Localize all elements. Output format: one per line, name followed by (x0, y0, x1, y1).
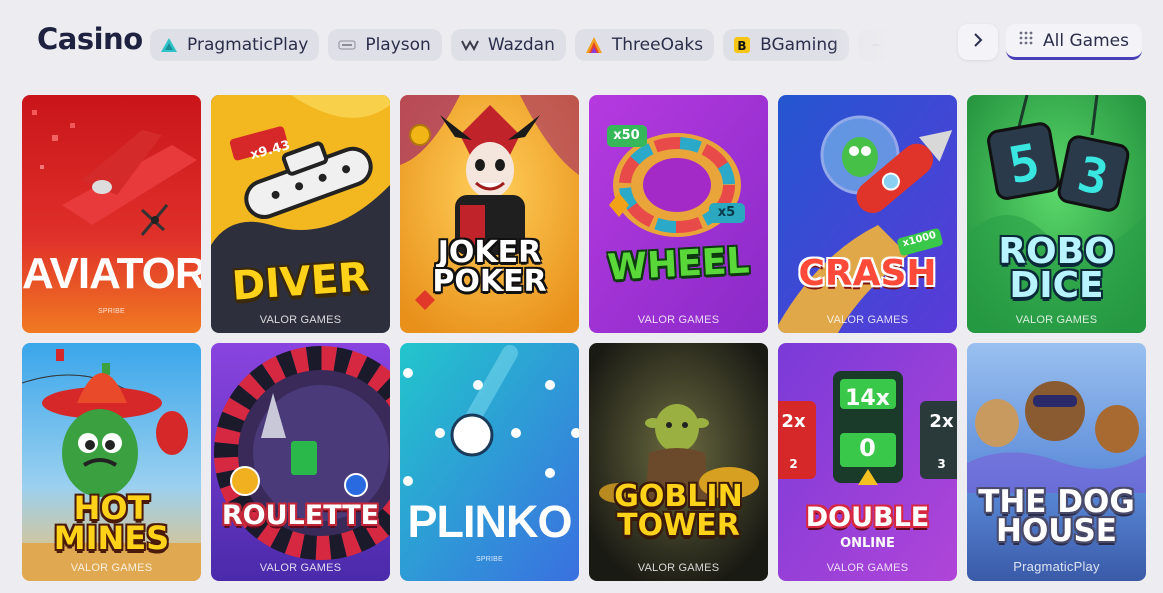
bgaming-b-icon: B (732, 36, 752, 54)
game-title: ROBO DICE (998, 231, 1115, 307)
all-games-button[interactable]: All Games (1006, 24, 1142, 60)
provider-icon (867, 36, 887, 54)
game-title: PLINKO (407, 496, 572, 547)
game-card-plinko[interactable]: PLINKO SPRIBE (400, 343, 579, 581)
game-title: CRASH (798, 253, 937, 294)
game-provider: VALOR GAMES (637, 562, 720, 574)
game-title: ROULETTE (221, 500, 380, 531)
provider-chip-label: Wazdan (487, 35, 555, 55)
all-games-label: All Games (1043, 30, 1129, 51)
game-card-goblin-tower[interactable]: GOBLIN TOWER VALOR GAMES (589, 343, 768, 581)
provider-chip-label: Playson (365, 35, 431, 55)
grid-icon (1019, 31, 1033, 50)
game-card-hot-mines[interactable]: HOT MINES VALOR GAMES (22, 343, 201, 581)
providers-next-button[interactable] (958, 24, 998, 60)
game-provider: VALOR GAMES (70, 562, 153, 574)
provider-chip-wazdan[interactable]: Wazdan (450, 29, 566, 61)
playson-icon (337, 36, 357, 54)
threeoaks-flame-icon (584, 36, 604, 54)
game-card-roulette[interactable]: ROULETTE VALOR GAMES (211, 343, 390, 581)
game-card-robo-dice[interactable]: 5 3 ROBO DICE VALOR GAMES (967, 95, 1146, 333)
chevron-right-icon (973, 32, 983, 52)
game-provider: VALOR GAMES (259, 562, 342, 574)
roulette-art (211, 343, 390, 581)
game-card-aviator[interactable]: AVIATOR SPRIBE (22, 95, 201, 333)
casino-header: Casino PragmaticPlay Playson Wazdan Thre… (0, 0, 1163, 84)
game-card-wheel[interactable]: x50 x5 WHEEL VALOR GAMES (589, 95, 768, 333)
game-title: WHEEL (606, 240, 751, 289)
game-number: 0 (859, 434, 876, 462)
game-card-joker-poker[interactable]: JOKER POKER (400, 95, 579, 333)
provider-chip-label: ThreeOaks (611, 35, 704, 55)
goblin-tower-art (589, 343, 768, 581)
game-title: THE DOG HOUSE (978, 484, 1135, 550)
game-provider: VALOR GAMES (259, 314, 342, 326)
game-card-double[interactable]: 14x 0 2x 2 2x 3 DOUBLE ONLINE VALOR GAME… (778, 343, 957, 581)
pragmatic-triangle-icon (159, 36, 179, 54)
game-badge: x50 (613, 128, 640, 143)
provider-filter-bar: PragmaticPlay Playson Wazdan ThreeOaks B… (150, 29, 895, 61)
wazdan-icon (460, 36, 480, 54)
games-grid: AVIATOR SPRIBE x9.43 DIVER VALOR GAMES J… (22, 95, 1146, 581)
game-provider: VALOR GAMES (637, 314, 720, 326)
game-badge: 14x (845, 386, 890, 411)
game-title: AVIATOR (22, 249, 201, 298)
game-provider: PragmaticPlay (1013, 559, 1100, 574)
provider-chip-label: BGaming (760, 35, 838, 55)
game-title: HOT MINES (53, 489, 170, 558)
game-title: DIVER (230, 254, 371, 310)
svg-text:B: B (738, 39, 747, 53)
crash-art (778, 95, 957, 333)
game-title: DOUBLE (805, 502, 930, 533)
game-badge-right: 2x (929, 411, 954, 432)
provider-chip-label: PragmaticPlay (187, 35, 309, 55)
game-title: GOBLIN TOWER (614, 479, 743, 543)
game-number-right: 3 (937, 457, 946, 471)
game-card-diver[interactable]: x9.43 DIVER VALOR GAMES (211, 95, 390, 333)
game-provider: VALOR GAMES (1015, 314, 1098, 326)
provider-chip-playson[interactable]: Playson (328, 29, 442, 61)
game-card-the-dog-house[interactable]: THE DOG HOUSE PragmaticPlay (967, 343, 1146, 581)
game-subtitle: SPRIBE (98, 308, 125, 315)
provider-chip-pragmaticplay[interactable]: PragmaticPlay (150, 29, 320, 61)
provider-chip-threeoaks[interactable]: ThreeOaks (574, 29, 715, 61)
page-title: Casino (37, 22, 143, 56)
provider-chip-bgaming[interactable]: B BGaming (723, 29, 849, 61)
game-provider: VALOR GAMES (826, 562, 909, 574)
game-badge-secondary: x5 (717, 205, 736, 220)
provider-chip-more[interactable]: Ga (857, 29, 895, 61)
game-title: JOKER POKER (432, 235, 547, 299)
game-provider: VALOR GAMES (826, 314, 909, 326)
game-card-crash[interactable]: x1000 CRASH VALOR GAMES (778, 95, 957, 333)
game-subtitle: ONLINE (840, 536, 895, 551)
game-subtitle: SPRIBE (476, 556, 503, 563)
